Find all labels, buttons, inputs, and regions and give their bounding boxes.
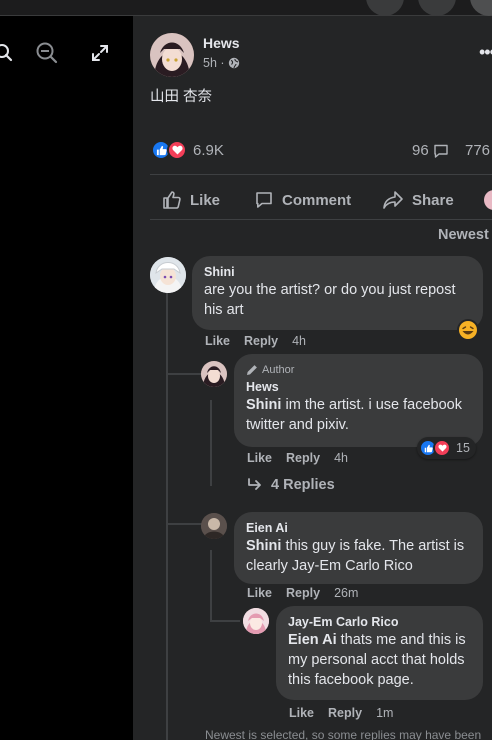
love-reaction-icon (433, 439, 451, 457)
share-label: Share (412, 191, 454, 209)
more-icon[interactable]: ••• (479, 42, 492, 63)
love-reaction-icon (167, 140, 187, 160)
reply-reaction-count: 15 (456, 441, 470, 455)
comment-bubble: Shini are you the artist? or do you just… (192, 256, 483, 330)
thread-line (210, 400, 212, 486)
reply-avatar[interactable] (201, 361, 227, 387)
comment-icon (433, 144, 448, 158)
reply-meta: Like Reply 26m (247, 586, 358, 600)
reply-meta: Like Reply 1m (289, 706, 393, 720)
reply-author[interactable]: Eien Ai (246, 520, 471, 536)
top-button[interactable] (366, 0, 404, 16)
reply-bubble: Jay-Em Carlo Rico Eien Ai thats me and t… (276, 606, 483, 700)
reply-time[interactable]: 1m (376, 706, 393, 720)
reply-author[interactable]: Hews (246, 379, 471, 395)
divider (150, 174, 492, 175)
reply-like-button[interactable]: Like (289, 706, 314, 720)
reply-reactions[interactable]: 15 (417, 437, 476, 459)
comment-reply-button[interactable]: Reply (244, 334, 278, 348)
like-button[interactable]: Like (162, 182, 220, 218)
reply-like-button[interactable]: Like (247, 451, 272, 465)
globe-icon (228, 57, 239, 69)
post-actions: Like Comment Share (150, 182, 492, 218)
share-icon (383, 191, 403, 209)
reply-like-button[interactable]: Like (247, 586, 272, 600)
reply-meta: Like Reply 4h (247, 451, 348, 465)
view-replies-label: 4 Replies (271, 477, 335, 493)
reply-author[interactable]: Jay-Em Carlo Rico (288, 614, 471, 630)
reply-time[interactable]: 4h (334, 451, 348, 465)
pencil-icon (247, 365, 257, 375)
author-badge: Author (246, 362, 471, 378)
top-button[interactable] (418, 0, 456, 16)
commenter-avatar[interactable] (150, 257, 186, 293)
reply-reply-button[interactable]: Reply (286, 451, 320, 465)
post-author-name[interactable]: Hews (203, 35, 240, 51)
thread-line (166, 523, 202, 525)
comment-icon (256, 192, 272, 208)
reply-text: Shini im the artist. i use facebook twit… (246, 395, 471, 435)
mention-link[interactable]: Shini (246, 538, 281, 554)
comment-like-button[interactable]: Like (205, 334, 230, 348)
share-count[interactable]: 776 (465, 142, 490, 159)
comment-time[interactable]: 4h (292, 334, 306, 348)
reply-text: Eien Ai thats me and this is my personal… (288, 630, 471, 690)
author-avatar[interactable] (150, 33, 194, 77)
comment-label: Comment (282, 191, 352, 209)
search-icon[interactable] (0, 40, 20, 66)
haha-icon[interactable] (457, 319, 479, 341)
comment-sort-dropdown[interactable]: Newest (438, 227, 489, 243)
reply-avatar[interactable] (243, 608, 269, 634)
thread-line (166, 291, 168, 740)
photo-viewer (0, 16, 133, 740)
reply-reply-button[interactable]: Reply (286, 586, 320, 600)
sort-notice: Newest is selected, so some replies may … (205, 728, 482, 740)
reply-bubble: Author Hews Shini im the artist. i use f… (234, 354, 483, 447)
top-bar (0, 0, 492, 16)
comment-author[interactable]: Shini (204, 264, 471, 280)
reply-reply-button[interactable]: Reply (328, 706, 362, 720)
comment-text: are you the artist? or do you just repos… (204, 282, 456, 318)
thread-line (210, 550, 212, 620)
reply-time[interactable]: 26m (334, 586, 358, 600)
view-replies-link[interactable]: 4 Replies (247, 477, 335, 493)
post-timestamp[interactable]: 5h · (203, 56, 240, 70)
mention-link[interactable]: Eien Ai (288, 632, 337, 648)
post-panel: Hews 5h · ••• 山田 杏奈 6.9K 96 776 Like Com… (133, 16, 492, 740)
share-button[interactable]: Share (382, 182, 454, 218)
comment-count-value: 96 (412, 142, 429, 159)
reply-text: Shini this guy is fake. The artist is cl… (246, 536, 471, 576)
reaction-count: 6.9K (193, 141, 224, 159)
profile-avatar-button[interactable] (470, 0, 492, 16)
comment-button[interactable]: Comment (254, 182, 351, 218)
author-badge-label: Author (262, 364, 295, 376)
thread-line (166, 373, 202, 375)
like-label: Like (190, 191, 221, 209)
reply-arrow-icon (248, 478, 261, 490)
post-reactions[interactable]: 6.9K (151, 140, 224, 160)
like-icon (163, 191, 181, 209)
divider (150, 219, 492, 220)
share-as-avatar[interactable] (484, 190, 492, 210)
post-text: 山田 杏奈 (150, 89, 213, 105)
comment-meta: Like Reply 4h (205, 334, 306, 348)
comment-count[interactable]: 96 (412, 142, 449, 159)
mention-link[interactable]: Shini (246, 397, 281, 413)
fullscreen-icon[interactable] (87, 40, 113, 66)
post-time-text: 5h · (203, 56, 225, 70)
zoom-out-icon[interactable] (34, 40, 60, 66)
thread-line (210, 620, 240, 622)
reply-avatar[interactable] (201, 513, 227, 539)
reply-bubble: Eien Ai Shini this guy is fake. The arti… (234, 512, 483, 584)
